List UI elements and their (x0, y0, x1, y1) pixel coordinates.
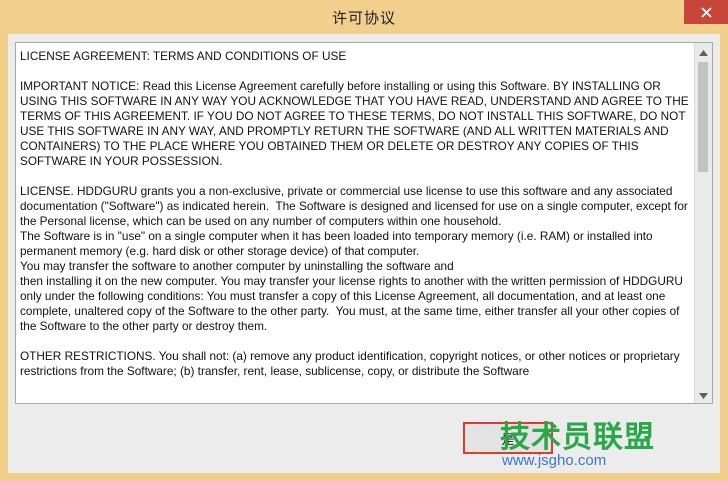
scrollbar-thumb[interactable] (698, 62, 708, 172)
vertical-scrollbar[interactable] (694, 43, 712, 403)
watermark-logo: 技术员联盟 www.jsgho.com (500, 412, 728, 481)
window-title: 许可协议 (331, 9, 396, 27)
arrow-down-icon (699, 386, 708, 404)
license-dialog-window: 许可协议 LICENSE AGREEMENT: TERMS AND CONDIT… (0, 0, 728, 481)
watermark-url: www.jsgho.com (502, 452, 607, 469)
license-text: LICENSE AGREEMENT: TERMS AND CONDITIONS … (20, 49, 689, 378)
watermark-title: 技术员联盟 (500, 420, 655, 455)
scroll-up-button[interactable] (695, 43, 712, 60)
close-icon (700, 6, 712, 18)
arrow-up-icon (699, 43, 708, 61)
title-bar[interactable]: 许可协议 (0, 0, 728, 34)
license-text-box[interactable]: LICENSE AGREEMENT: TERMS AND CONDITIONS … (15, 42, 713, 404)
scroll-down-button[interactable] (695, 386, 712, 403)
dialog-body: LICENSE AGREEMENT: TERMS AND CONDITIONS … (8, 34, 720, 473)
close-button[interactable] (684, 0, 728, 24)
